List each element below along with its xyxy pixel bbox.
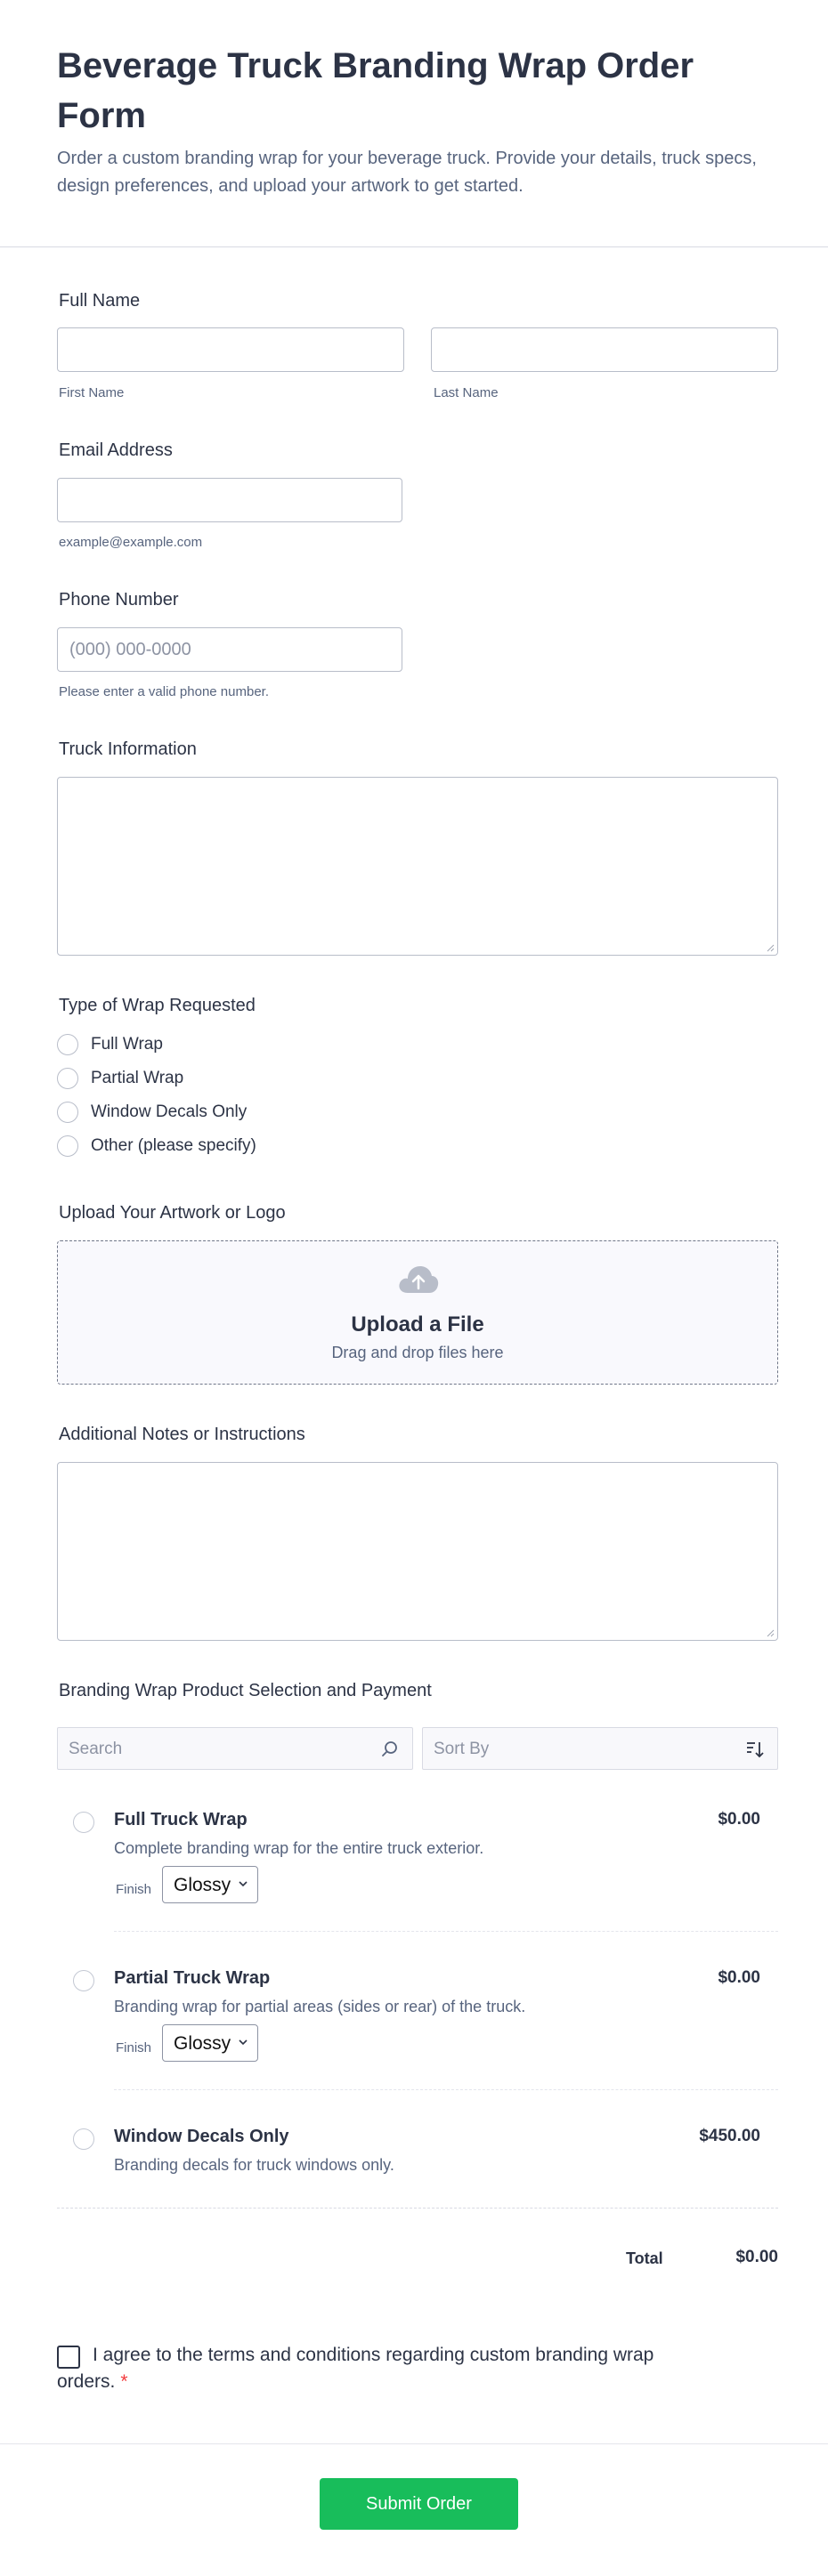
radio-partial-wrap[interactable]: Partial Wrap	[57, 1067, 183, 1090]
chevron-down-icon	[239, 2039, 248, 2046]
wrap-type-label: Type of Wrap Requested	[59, 996, 256, 1015]
email-sublabel: example@example.com	[59, 535, 203, 550]
radio-other[interactable]: Other (please specify)	[57, 1135, 256, 1158]
cloud-upload-icon	[399, 1266, 439, 1293]
finish-value: Glossy	[174, 1875, 231, 1895]
form-header: Beverage Truck Branding Wrap Order Form …	[0, 0, 828, 247]
file-upload-dropzone[interactable]: Upload a File Drag and drop files here	[57, 1240, 778, 1385]
product-radio[interactable]	[73, 1812, 94, 1833]
product-description: Branding decals for truck windows only.	[114, 2156, 394, 2174]
product-price: $0.00	[718, 1810, 760, 1829]
email-input[interactable]	[57, 478, 402, 522]
product-name: Partial Truck Wrap	[114, 1968, 271, 1988]
search-icon[interactable]	[380, 1740, 400, 1759]
radio-circle[interactable]	[57, 1068, 78, 1089]
email-label: Email Address	[59, 440, 173, 460]
finish-value: Glossy	[174, 2033, 231, 2054]
upload-title: Upload a File	[351, 1312, 484, 1336]
chevron-down-icon	[239, 1881, 248, 1887]
product-item-partial-truck-wrap: Partial Truck Wrap $0.00 Branding wrap f…	[57, 1966, 778, 2091]
product-name: Full Truck Wrap	[114, 1810, 248, 1829]
product-sort-select[interactable]: Sort By	[422, 1727, 778, 1770]
required-mark: *	[120, 2371, 128, 2392]
sort-placeholder: Sort By	[434, 1740, 490, 1758]
radio-circle[interactable]	[57, 1034, 78, 1055]
sort-icon[interactable]	[745, 1740, 765, 1759]
terms-label: I agree to the terms and conditions rega…	[57, 2342, 698, 2395]
upload-label: Upload Your Artwork or Logo	[59, 1203, 286, 1223]
radio-label: Full Wrap	[91, 1035, 163, 1054]
first-name-input[interactable]	[57, 327, 404, 372]
first-name-sublabel: First Name	[59, 385, 125, 400]
radio-label: Window Decals Only	[91, 1102, 248, 1121]
product-divider	[114, 2089, 778, 2090]
phone-input[interactable]: (000) 000-0000	[57, 627, 402, 672]
radio-circle[interactable]	[57, 1135, 78, 1157]
product-item-window-decals: Window Decals Only $450.00 Branding deca…	[57, 2125, 778, 2187]
product-divider	[114, 1931, 778, 1932]
total-value: $0.00	[735, 2248, 778, 2266]
radio-label: Other (please specify)	[91, 1136, 256, 1155]
radio-circle[interactable]	[57, 1102, 78, 1123]
product-price: $0.00	[718, 1968, 760, 1987]
form-subtitle: Order a custom branding wrap for your be…	[57, 149, 757, 196]
resize-grip-icon[interactable]	[766, 943, 775, 952]
radio-window-decals[interactable]: Window Decals Only	[57, 1101, 247, 1124]
product-search-input[interactable]: Search	[57, 1727, 413, 1770]
phone-label: Phone Number	[59, 590, 179, 610]
total-divider	[57, 2208, 778, 2209]
product-name: Window Decals Only	[114, 2127, 289, 2146]
total-label: Total	[626, 2249, 663, 2267]
finish-label: Finish	[116, 2040, 152, 2055]
resize-grip-icon[interactable]	[766, 1628, 775, 1637]
product-price: $450.00	[699, 2127, 760, 2145]
upload-subtitle: Drag and drop files here	[331, 1344, 504, 1361]
submit-button[interactable]: Submit Order	[320, 2478, 518, 2530]
finish-select[interactable]: Glossy	[162, 2024, 258, 2062]
terms-text: I agree to the terms and conditions rega…	[57, 2345, 654, 2392]
form-page: Beverage Truck Branding Wrap Order Form …	[0, 0, 828, 2576]
product-radio[interactable]	[73, 2128, 94, 2150]
finish-select[interactable]: Glossy	[162, 1866, 258, 1903]
truck-info-label: Truck Information	[59, 739, 197, 759]
finish-label: Finish	[116, 1882, 152, 1897]
search-placeholder: Search	[69, 1740, 123, 1758]
product-item-full-truck-wrap: Full Truck Wrap $0.00 Complete branding …	[57, 1808, 778, 1933]
full-name-label: Full Name	[59, 291, 141, 311]
radio-full-wrap[interactable]: Full Wrap	[57, 1033, 163, 1056]
notes-label: Additional Notes or Instructions	[59, 1425, 305, 1444]
radio-label: Partial Wrap	[91, 1069, 184, 1087]
last-name-input[interactable]	[431, 327, 778, 372]
notes-textarea[interactable]	[57, 1462, 778, 1641]
product-description: Complete branding wrap for the entire tr…	[114, 1839, 484, 1857]
truck-info-textarea[interactable]	[57, 777, 778, 956]
product-description: Branding wrap for partial areas (sides o…	[114, 1998, 526, 2015]
phone-placeholder: (000) 000-0000	[69, 640, 191, 659]
phone-sublabel: Please enter a valid phone number.	[59, 684, 269, 699]
product-radio[interactable]	[73, 1970, 94, 1991]
last-name-sublabel: Last Name	[434, 385, 499, 400]
form-title: Beverage Truck Branding Wrap Order Form	[57, 46, 694, 135]
products-label: Branding Wrap Product Selection and Paym…	[59, 1681, 432, 1700]
